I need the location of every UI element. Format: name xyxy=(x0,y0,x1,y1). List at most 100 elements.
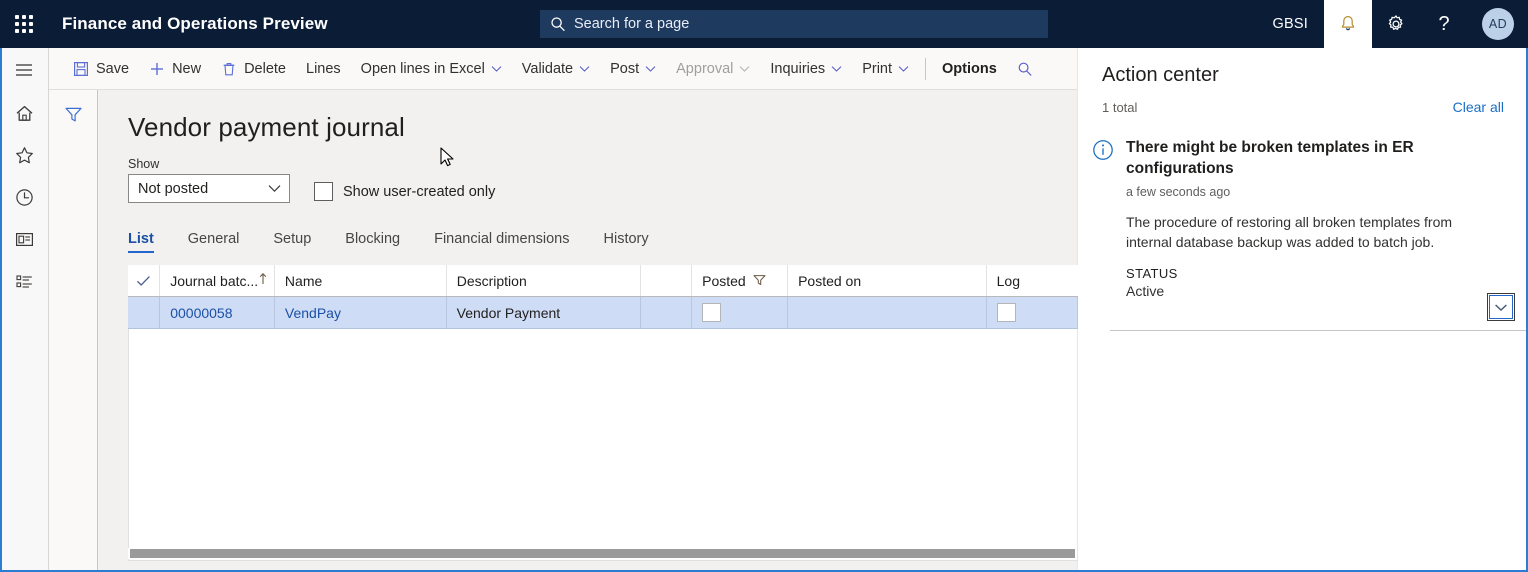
save-button[interactable]: Save xyxy=(63,48,139,90)
cell-journal-batch[interactable]: 00000058 xyxy=(160,297,275,328)
cell-posted-on[interactable] xyxy=(788,297,987,328)
home-icon xyxy=(16,105,32,121)
notification-item[interactable]: There might be broken templates in ER co… xyxy=(1078,137,1528,299)
gear-icon xyxy=(1388,15,1403,30)
notification-icon-wrap xyxy=(1092,137,1126,299)
filter-funnel-icon xyxy=(753,273,766,289)
grid-select-all-header[interactable] xyxy=(128,265,161,296)
tab-list[interactable]: List xyxy=(128,231,154,253)
settings-button[interactable] xyxy=(1372,0,1420,48)
sidebar-item-workspaces[interactable] xyxy=(0,218,49,260)
show-dropdown[interactable]: Not posted xyxy=(128,174,290,203)
notification-expand-button[interactable] xyxy=(1487,293,1515,321)
sidebar-item-modules[interactable] xyxy=(0,260,49,302)
star-icon xyxy=(15,146,33,163)
hamburger-menu-icon xyxy=(16,64,32,76)
sidebar-item-home[interactable] xyxy=(0,92,49,134)
tab-history[interactable]: History xyxy=(604,231,649,253)
options-label: Options xyxy=(942,60,997,77)
grid-header-posted-on[interactable]: Posted on xyxy=(788,265,987,296)
delete-button[interactable]: Delete xyxy=(211,48,296,90)
viewport-left-border xyxy=(0,48,2,572)
post-menu[interactable]: Post xyxy=(600,48,666,90)
approval-label: Approval xyxy=(676,60,734,77)
sort-ascending-arrow-icon xyxy=(258,272,268,289)
clear-all-button[interactable]: Clear all xyxy=(1453,99,1504,115)
grid-header-description[interactable]: Description xyxy=(447,265,641,296)
filter-button[interactable] xyxy=(49,100,98,128)
validate-menu[interactable]: Validate xyxy=(512,48,600,90)
tab-blocking[interactable]: Blocking xyxy=(345,231,400,253)
print-menu[interactable]: Print xyxy=(852,48,919,90)
inquiries-menu[interactable]: Inquiries xyxy=(760,48,852,90)
global-search-box[interactable]: Search for a page xyxy=(540,10,1048,38)
chevron-down-icon xyxy=(579,65,590,73)
grid-header-posted-label: Posted xyxy=(702,272,746,289)
sidebar-item-menu[interactable] xyxy=(0,48,49,92)
trash-icon xyxy=(221,61,237,77)
show-user-created-only-checkbox[interactable] xyxy=(314,182,333,201)
bell-icon xyxy=(1342,16,1354,31)
command-bar-separator xyxy=(925,57,927,80)
app-launcher-button[interactable] xyxy=(0,0,48,48)
notification-title: There might be broken templates in ER co… xyxy=(1126,139,1414,177)
cell-description[interactable]: Vendor Payment xyxy=(447,297,641,328)
show-user-created-only-row: Show user-created only xyxy=(314,182,495,203)
tab-general[interactable]: General xyxy=(188,231,240,253)
notification-timestamp: a few seconds ago xyxy=(1126,185,1231,199)
save-label: Save xyxy=(96,60,130,77)
tab-financial-dimensions[interactable]: Financial dimensions xyxy=(434,231,569,253)
checkmark-icon xyxy=(137,275,150,286)
lines-button[interactable]: Lines xyxy=(296,48,351,90)
log-checkbox[interactable] xyxy=(996,303,1016,322)
new-label: New xyxy=(172,60,202,77)
chevron-down-icon xyxy=(645,65,656,73)
company-selector[interactable]: GBSI xyxy=(1257,0,1324,48)
notification-body: There might be broken templates in ER co… xyxy=(1126,137,1504,299)
search-icon xyxy=(551,17,565,32)
page-title: Vendor payment journal xyxy=(128,112,405,142)
help-button[interactable]: ? xyxy=(1420,0,1468,48)
print-label: Print xyxy=(862,60,893,77)
cell-log[interactable] xyxy=(987,297,1078,328)
new-button[interactable]: New xyxy=(139,48,211,90)
filter-pane-strip xyxy=(49,90,98,571)
show-dropdown-value: Not posted xyxy=(138,180,209,197)
sidebar-item-favorites[interactable] xyxy=(0,134,49,176)
posted-checkbox[interactable] xyxy=(702,303,722,322)
horizontal-scrollbar-thumb[interactable] xyxy=(130,549,1075,558)
sidebar-item-recent[interactable] xyxy=(0,176,49,218)
filters-row: Show Not posted Show user-created only xyxy=(128,157,1077,203)
question-mark-icon: ? xyxy=(1438,12,1450,35)
cell-name[interactable]: VendPay xyxy=(275,297,447,328)
notifications-button[interactable] xyxy=(1324,0,1372,48)
app-launcher-icon xyxy=(15,15,33,33)
cell-posted[interactable] xyxy=(692,297,788,328)
grid-header-blank[interactable] xyxy=(641,265,693,296)
grid-header-name[interactable]: Name xyxy=(275,265,447,296)
validate-label: Validate xyxy=(521,60,574,77)
open-lines-in-excel-menu[interactable]: Open lines in Excel xyxy=(351,48,512,90)
user-avatar-wrapper: AD xyxy=(1468,0,1528,48)
grid-header-log[interactable]: Log xyxy=(987,265,1078,296)
notification-expand-focus-ring xyxy=(1489,295,1513,319)
show-field: Show Not posted xyxy=(128,157,290,203)
action-center-subheader: 1 total Clear all xyxy=(1102,99,1504,115)
tab-setup[interactable]: Setup xyxy=(273,231,311,253)
cell-blank[interactable] xyxy=(641,297,693,328)
save-icon xyxy=(73,61,89,77)
command-bar-search-button[interactable] xyxy=(1007,48,1043,90)
options-button[interactable]: Options xyxy=(932,48,1007,90)
row-select-cell[interactable] xyxy=(128,297,161,328)
chevron-down-icon xyxy=(898,65,909,73)
data-grid: Journal batc... Name Description Posted … xyxy=(128,265,1078,331)
grid-header-journal-batch[interactable]: Journal batc... xyxy=(160,265,275,296)
table-row[interactable]: 00000058 VendPay Vendor Payment xyxy=(128,297,1078,329)
chevron-down-icon xyxy=(739,65,750,73)
name-link[interactable]: VendPay xyxy=(285,305,341,321)
grid-header-posted[interactable]: Posted xyxy=(692,265,789,296)
avatar[interactable]: AD xyxy=(1482,8,1514,40)
show-user-created-only-label: Show user-created only xyxy=(343,183,496,200)
open-lines-in-excel-label: Open lines in Excel xyxy=(360,60,485,77)
journal-batch-link[interactable]: 00000058 xyxy=(170,305,232,321)
